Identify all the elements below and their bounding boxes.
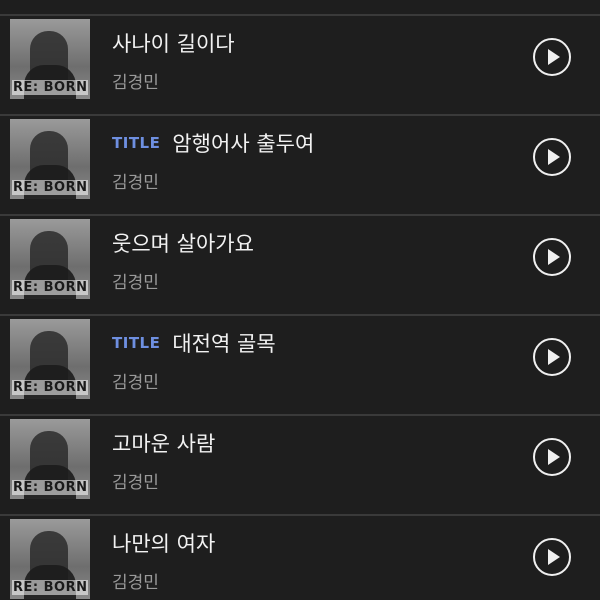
play-button[interactable] (533, 338, 571, 376)
album-art: RE: BORN (10, 219, 90, 299)
play-icon (548, 49, 560, 65)
song-title: 암행어사 출두여 (172, 132, 315, 156)
title-line: 나만의 여자 (112, 528, 215, 558)
title-line: 고마운 사람 (112, 428, 215, 458)
album-art-text: RE: BORN (12, 580, 89, 595)
title-line: 웃으며 살아가요 (112, 228, 254, 258)
title-line: 사나이 길이다 (112, 28, 235, 58)
album-art-text: RE: BORN (12, 480, 89, 495)
play-button[interactable] (533, 438, 571, 476)
track-row[interactable]: RE: BORN TITLE 대전역 골목 김경민 (0, 316, 600, 416)
artist-name: 김경민 (112, 73, 159, 93)
album-art-text: RE: BORN (12, 180, 89, 195)
play-button[interactable] (533, 138, 571, 176)
play-icon (548, 349, 560, 365)
play-icon (548, 549, 560, 565)
title-line: TITLE 암행어사 출두여 (112, 128, 314, 158)
track-list: RE: BORN 사나이 길이다 김경민 RE: BORN TITLE 암행어사… (0, 0, 600, 600)
title-badge: TITLE (112, 334, 161, 352)
album-art: RE: BORN (10, 19, 90, 99)
play-icon (548, 249, 560, 265)
artist-name: 김경민 (112, 173, 159, 193)
play-button[interactable] (533, 238, 571, 276)
track-row[interactable]: RE: BORN 웃으며 살아가요 김경민 (0, 216, 600, 316)
track-row[interactable]: RE: BORN 고마운 사람 김경민 (0, 416, 600, 516)
album-art: RE: BORN (10, 519, 90, 599)
artist-name: 김경민 (112, 373, 159, 393)
album-art: RE: BORN (10, 419, 90, 499)
album-art-text: RE: BORN (12, 380, 89, 395)
play-icon (548, 449, 560, 465)
play-icon (548, 149, 560, 165)
track-row[interactable]: RE: BORN 사나이 길이다 김경민 (0, 16, 600, 116)
album-art: RE: BORN (10, 119, 90, 199)
album-art-text: RE: BORN (12, 280, 89, 295)
song-title: 대전역 골목 (172, 332, 276, 356)
track-row[interactable]: RE: BORN TITLE 암행어사 출두여 김경민 (0, 116, 600, 216)
artist-name: 김경민 (112, 573, 159, 593)
artist-name: 김경민 (112, 273, 159, 293)
title-line: TITLE 대전역 골목 (112, 328, 276, 358)
album-art: RE: BORN (10, 319, 90, 399)
track-row[interactable]: RE: BORN 나만의 여자 김경민 (0, 516, 600, 600)
play-button[interactable] (533, 38, 571, 76)
play-button[interactable] (533, 538, 571, 576)
song-title: 고마운 사람 (112, 432, 216, 456)
song-title: 웃으며 살아가요 (112, 232, 254, 256)
title-badge: TITLE (112, 134, 161, 152)
song-title: 나만의 여자 (112, 532, 216, 556)
song-title: 사나이 길이다 (112, 32, 235, 56)
artist-name: 김경민 (112, 473, 159, 493)
album-art-text: RE: BORN (12, 80, 89, 95)
